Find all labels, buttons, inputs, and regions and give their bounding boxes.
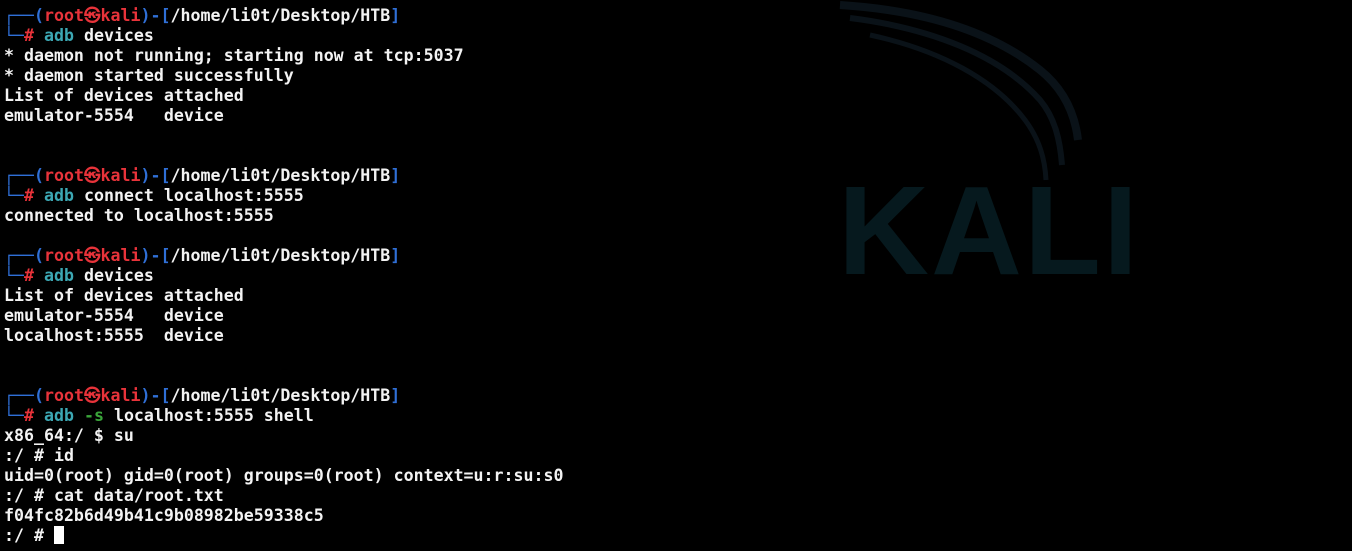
prompt-frame-open: ┌──( [4,386,44,405]
prompt-path: /home/li0t/Desktop/HTB [170,246,391,265]
prompt-frame-mid: )-[ [140,386,171,405]
command-args: devices [83,266,154,285]
prompt-host: kali [100,6,141,25]
output-line: f04fc82b6d49b41c9b08982be59338c5 [4,506,324,525]
prompt-frame-bottom: └─ [4,26,24,45]
output-line: emulator-5554 device [4,106,224,125]
output-line: List of devices attached [4,286,244,305]
prompt-frame-close: ] [390,246,401,265]
prompt-header-line: ┌──(root㉿kali)-[/home/li0t/Desktop/HTB] [4,246,1348,266]
command-args: localhost:5555 shell [113,406,314,425]
command-name: adb [43,266,74,285]
prompt-command-line: └─# adb devices [4,266,1348,286]
prompt-user: root [43,246,84,265]
prompt-header-line: ┌──(root㉿kali)-[/home/li0t/Desktop/HTB] [4,6,1348,26]
prompt-user: root [43,166,84,185]
prompt-hash: # [23,186,34,205]
text-cursor[interactable] [53,526,64,544]
final-shell-prompt-line[interactable]: :/ # [4,526,1348,546]
prompt-command-line: └─# adb -s localhost:5555 shell [4,406,1348,426]
command-args: devices [83,26,154,45]
prompt-frame-mid: )-[ [140,246,171,265]
prompt-frame-close: ] [390,166,401,185]
output-line: localhost:5555 device [4,326,224,345]
prompt-header-line: ┌──(root㉿kali)-[/home/li0t/Desktop/HTB] [4,386,1348,406]
command-args: connect localhost:5555 [83,186,304,205]
command-flag: -s [83,406,104,425]
output-line: * daemon started successfully [4,66,294,85]
shell-prompt: :/ # [4,526,54,545]
prompt-path: /home/li0t/Desktop/HTB [170,166,391,185]
prompt-frame-close: ] [390,386,401,405]
prompt-hash: # [23,26,34,45]
prompt-command-line: └─# adb connect localhost:5555 [4,186,1348,206]
output-line: x86_64:/ $ su [4,426,134,445]
prompt-frame-mid: )-[ [140,166,171,185]
output-line: emulator-5554 device [4,306,224,325]
prompt-frame-open: ┌──( [4,246,44,265]
output-line: :/ # cat data/root.txt [4,486,224,505]
skull-icon: ㉿ [83,246,101,265]
command-name: adb [43,406,74,425]
prompt-frame-bottom: └─ [4,406,24,425]
prompt-frame-open: ┌──( [4,6,44,25]
output-line: * daemon not running; starting now at tc… [4,46,464,65]
prompt-user: root [43,6,84,25]
skull-icon: ㉿ [83,6,101,25]
prompt-frame-bottom: └─ [4,186,24,205]
prompt-host: kali [100,166,141,185]
prompt-hash: # [23,266,34,285]
skull-icon: ㉿ [83,166,101,185]
prompt-user: root [43,386,84,405]
prompt-frame-open: ┌──( [4,166,44,185]
prompt-path: /home/li0t/Desktop/HTB [170,386,391,405]
command-name: adb [43,26,74,45]
prompt-header-line: ┌──(root㉿kali)-[/home/li0t/Desktop/HTB] [4,166,1348,186]
output-line: :/ # id [4,446,74,465]
command-name: adb [43,186,74,205]
prompt-frame-mid: )-[ [140,6,171,25]
terminal-output[interactable]: ┌──(root㉿kali)-[/home/li0t/Desktop/HTB] └… [4,6,1348,551]
prompt-host: kali [100,386,141,405]
output-line: List of devices attached [4,86,244,105]
skull-icon: ㉿ [83,386,101,405]
prompt-hash: # [23,406,34,425]
output-line: connected to localhost:5555 [4,206,274,225]
prompt-frame-close: ] [390,6,401,25]
prompt-frame-bottom: └─ [4,266,24,285]
prompt-host: kali [100,246,141,265]
prompt-path: /home/li0t/Desktop/HTB [170,6,391,25]
output-line: uid=0(root) gid=0(root) groups=0(root) c… [4,466,564,485]
prompt-command-line: └─# adb devices [4,26,1348,46]
